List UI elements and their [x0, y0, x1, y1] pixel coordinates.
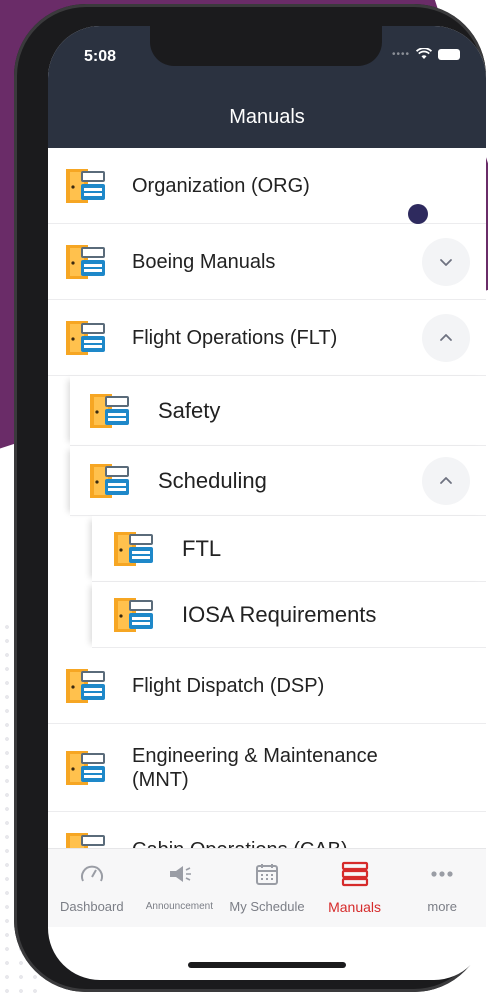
chevron-up-icon — [440, 333, 452, 341]
manual-folder-icon — [114, 597, 153, 632]
tab-label: Dashboard — [59, 899, 124, 914]
manual-item-label: Cabin Operations (CAB) — [132, 838, 348, 849]
chevron-down-icon — [440, 258, 452, 266]
manual-folder-icon — [114, 531, 153, 566]
home-indicator[interactable] — [188, 962, 346, 968]
manual-folder-icon — [66, 832, 105, 848]
manual-item[interactable]: Cabin Operations (CAB) — [48, 812, 486, 848]
manual-item[interactable]: Scheduling — [70, 446, 486, 516]
tab-announcement[interactable]: Announcement — [136, 849, 224, 927]
manual-folder-icon — [66, 244, 105, 279]
tab-label: Announcement — [145, 901, 214, 912]
manual-item[interactable]: Flight Dispatch (DSP) — [48, 648, 486, 724]
books-icon — [340, 859, 370, 889]
manuals-list: Organization (ORG) Boeing Manuals Flight O… — [48, 148, 486, 848]
manual-item[interactable]: Boeing Manuals — [48, 224, 486, 300]
manual-item-label: Flight Dispatch (DSP) — [132, 674, 325, 697]
app-header: 5:08 •••• Manuals — [48, 26, 486, 148]
annotation-dot — [408, 204, 428, 224]
manual-folder-icon — [66, 168, 105, 203]
manual-item-label: Boeing Manuals — [132, 250, 276, 273]
manual-folder-icon — [66, 668, 105, 703]
status-icons: •••• — [392, 48, 460, 60]
manual-folder-icon — [90, 393, 129, 428]
manual-item[interactable]: Engineering & Maintenance (MNT) — [48, 724, 486, 812]
phone-frame: 5:08 •••• Manuals Organization (ORG) Boei… — [14, 4, 486, 992]
page-title: Manuals — [229, 106, 305, 128]
manual-item-label: Organization (ORG) — [132, 174, 310, 197]
manual-item[interactable]: Safety — [70, 376, 486, 446]
manual-item-label: Engineering & Maintenance (MNT) — [132, 744, 378, 791]
expand-toggle-button[interactable] — [422, 313, 470, 362]
manual-item-label: IOSA Requirements — [182, 601, 377, 627]
manual-item-label: Scheduling — [158, 467, 267, 493]
manual-folder-icon — [66, 750, 105, 785]
battery-icon — [438, 48, 460, 60]
tab-more[interactable]: more — [398, 849, 486, 927]
wifi-icon — [416, 48, 432, 59]
chevron-up-icon — [440, 476, 452, 484]
manual-folder-icon — [90, 463, 129, 498]
device-notch — [150, 26, 382, 66]
app-screen: 5:08 •••• Manuals Organization (ORG) Boei… — [48, 26, 486, 980]
tab-label: more — [427, 899, 457, 914]
more-icon — [429, 859, 455, 889]
manual-item[interactable]: IOSA Requirements — [92, 582, 486, 648]
tab-dashboard[interactable]: Dashboard — [48, 849, 136, 927]
tab-label: Manuals — [328, 899, 382, 915]
manual-folder-icon — [66, 320, 105, 355]
manual-item[interactable]: FTL — [92, 516, 486, 582]
manual-item-label: Flight Operations (FLT) — [132, 326, 338, 349]
calendar-icon — [254, 859, 280, 889]
speedometer-icon — [79, 859, 105, 889]
tab-manuals[interactable]: Manuals — [311, 849, 399, 927]
manual-item[interactable]: Flight Operations (FLT) — [48, 300, 486, 376]
status-time: 5:08 — [84, 48, 117, 65]
expand-toggle-button[interactable] — [422, 456, 470, 505]
signal-icon: •••• — [391, 48, 410, 60]
expand-toggle-button[interactable] — [422, 237, 470, 286]
manual-item-label: Safety — [158, 397, 221, 423]
manual-item-label: FTL — [182, 535, 222, 561]
bottom-tab-bar: Dashboard Announcement My Schedule Manuals m… — [48, 848, 486, 927]
tab-my-schedule[interactable]: My Schedule — [223, 849, 311, 927]
megaphone-icon — [166, 859, 192, 889]
tab-label: My Schedule — [229, 899, 305, 914]
